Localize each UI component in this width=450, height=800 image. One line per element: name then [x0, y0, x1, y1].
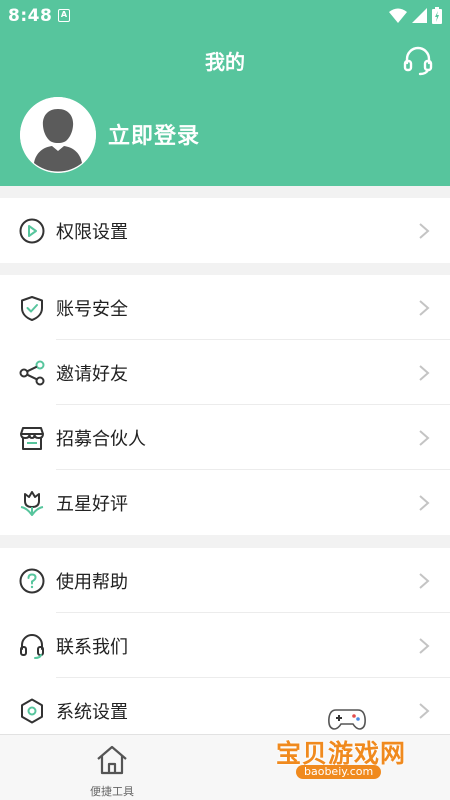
shield-check-icon: [21, 295, 43, 321]
chevron-right-icon: [419, 637, 430, 654]
menu-item-account-security[interactable]: 账号安全: [0, 275, 450, 340]
page-title: 我的: [205, 50, 245, 74]
chevron-right-icon: [419, 702, 430, 719]
account-section: 账号安全 邀请好友 招募合伙人 五星好评: [0, 275, 450, 535]
store-icon: [20, 426, 44, 450]
home-icon: [97, 745, 127, 775]
menu-item-label: 使用帮助: [56, 571, 128, 593]
menu-item-label: 权限设置: [56, 221, 128, 243]
wifi-icon: [389, 8, 407, 23]
notification-a-icon: A: [58, 9, 70, 22]
headset-icon: [403, 46, 433, 76]
settings-hexagon-icon: [21, 698, 43, 723]
permissions-section: 权限设置: [0, 198, 450, 263]
support-section: 使用帮助 联系我们 系统设置: [0, 548, 450, 743]
menu-item-label: 账号安全: [56, 298, 128, 320]
share-icon: [19, 360, 45, 385]
battery-icon: [432, 7, 442, 24]
signal-icon: [412, 8, 427, 23]
tab-tools[interactable]: 便捷工具: [52, 735, 172, 800]
chevron-right-icon: [419, 299, 430, 316]
chevron-right-icon: [419, 364, 430, 381]
customer-support-button[interactable]: [402, 44, 434, 76]
avatar[interactable]: [20, 97, 96, 173]
tulip-icon: [20, 490, 44, 516]
tab-label: 便捷工具: [90, 785, 134, 798]
menu-item-label: 招募合伙人: [56, 428, 146, 450]
play-circle-icon: [19, 218, 45, 243]
menu-item-help[interactable]: 使用帮助: [0, 548, 450, 613]
chevron-right-icon: [419, 222, 430, 239]
menu-item-label: 邀请好友: [56, 363, 128, 385]
user-avatar-icon: [20, 97, 96, 173]
chevron-right-icon: [419, 494, 430, 511]
headset-icon: [20, 633, 44, 659]
question-circle-icon: [19, 568, 45, 593]
menu-item-five-star-review[interactable]: 五星好评: [0, 470, 450, 535]
status-bar: 8:48 A: [0, 0, 450, 32]
bottom-nav: 便捷工具: [0, 734, 450, 800]
status-icons: [389, 7, 442, 24]
profile-header: 8:48 A 我的 立即登录: [0, 0, 450, 186]
menu-item-invite-friends[interactable]: 邀请好友: [0, 340, 450, 405]
menu-item-label: 系统设置: [56, 701, 128, 723]
menu-item-contact-us[interactable]: 联系我们: [0, 613, 450, 678]
menu-item-label: 联系我们: [56, 636, 128, 658]
chevron-right-icon: [419, 572, 430, 589]
status-time: 8:48: [8, 6, 53, 26]
menu-item-recruit-partners[interactable]: 招募合伙人: [0, 405, 450, 470]
chevron-right-icon: [419, 429, 430, 446]
login-link[interactable]: 立即登录: [108, 118, 200, 150]
menu-item-permissions[interactable]: 权限设置: [0, 198, 450, 263]
menu-item-label: 五星好评: [56, 493, 128, 515]
